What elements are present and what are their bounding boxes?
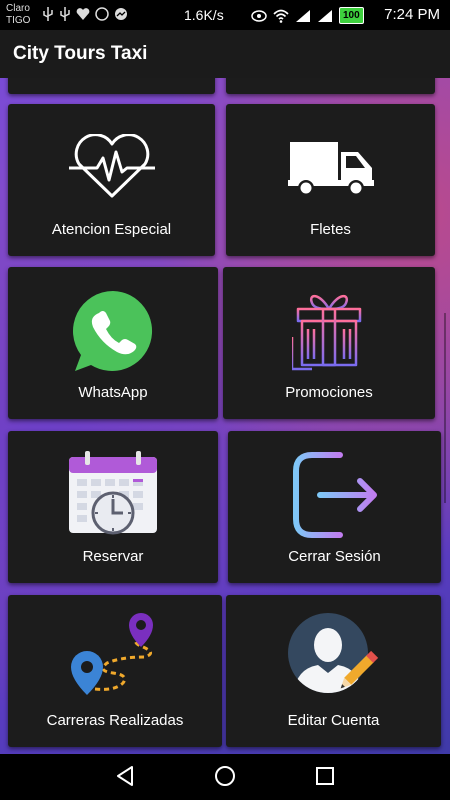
home-icon[interactable] (214, 765, 236, 787)
whatsapp-icon (72, 291, 153, 371)
wifi-icon (273, 9, 289, 23)
route-map-icon (71, 613, 153, 695)
tile-label: Carreras Realizadas (46, 712, 184, 729)
tile-whatsapp[interactable]: WhatsApp (8, 267, 218, 419)
gift-icon (292, 295, 362, 371)
truck-icon (287, 142, 374, 196)
carrier-line-2: TIGO (6, 15, 31, 26)
user-edit-icon (287, 613, 378, 693)
clock: 7:24 PM (384, 6, 440, 23)
signal-icon (318, 9, 332, 22)
usb-icon (43, 7, 53, 21)
signal-icon (296, 9, 310, 22)
heart-pulse-icon (68, 134, 155, 198)
tile-label: Cerrar Sesión (288, 548, 381, 565)
app-title: City Tours Taxi (13, 43, 148, 64)
tile-editar-cuenta[interactable]: Editar Cuenta (226, 595, 441, 747)
tile-atencion-especial[interactable]: Atencion Especial (8, 104, 215, 256)
whatsapp-notification-icon (95, 7, 109, 21)
carrier-label: Claro TIGO (6, 3, 30, 27)
tile-fletes[interactable]: Fletes (226, 104, 435, 256)
menu-grid: Atencion Especial Fletes WhatsApp Promoc… (0, 78, 450, 754)
tile-label: Atencion Especial (51, 221, 172, 238)
carrier-line-1: Claro (6, 3, 30, 14)
tile-reservar[interactable]: Reservar (8, 431, 218, 583)
scrollbar[interactable] (444, 313, 446, 503)
eye-icon (251, 9, 267, 22)
tile-carreras-realizadas[interactable]: Carreras Realizadas (8, 595, 222, 747)
tile-label: Reservar (82, 548, 144, 565)
status-bar: Claro TIGO 1.6K/s 100 7:24 PM (0, 0, 450, 30)
notification-icons (42, 7, 128, 21)
system-icons: 100 (251, 7, 364, 24)
calendar-icon (69, 451, 157, 535)
network-speed: 1.6K/s (184, 7, 224, 23)
app-bar: City Tours Taxi (0, 30, 450, 78)
battery-icon: 100 (339, 7, 364, 24)
logout-icon (292, 452, 377, 538)
heart-monitor-icon (76, 8, 90, 20)
tile-cerrar-sesion[interactable]: Cerrar Sesión (228, 431, 441, 583)
tile-label: Promociones (285, 384, 373, 401)
messenger-notification-icon (115, 8, 127, 20)
tile-label: Editar Cuenta (287, 712, 380, 729)
tile-promociones[interactable]: Promociones (223, 267, 435, 419)
back-icon[interactable] (114, 765, 136, 787)
menu-tile-partial[interactable] (8, 78, 215, 94)
tile-label: WhatsApp (78, 384, 148, 401)
menu-tile-partial[interactable] (226, 78, 435, 94)
usb-icon (60, 7, 70, 21)
recents-icon[interactable] (314, 765, 336, 787)
navigation-bar (0, 754, 450, 800)
tile-label: Fletes (310, 221, 351, 238)
